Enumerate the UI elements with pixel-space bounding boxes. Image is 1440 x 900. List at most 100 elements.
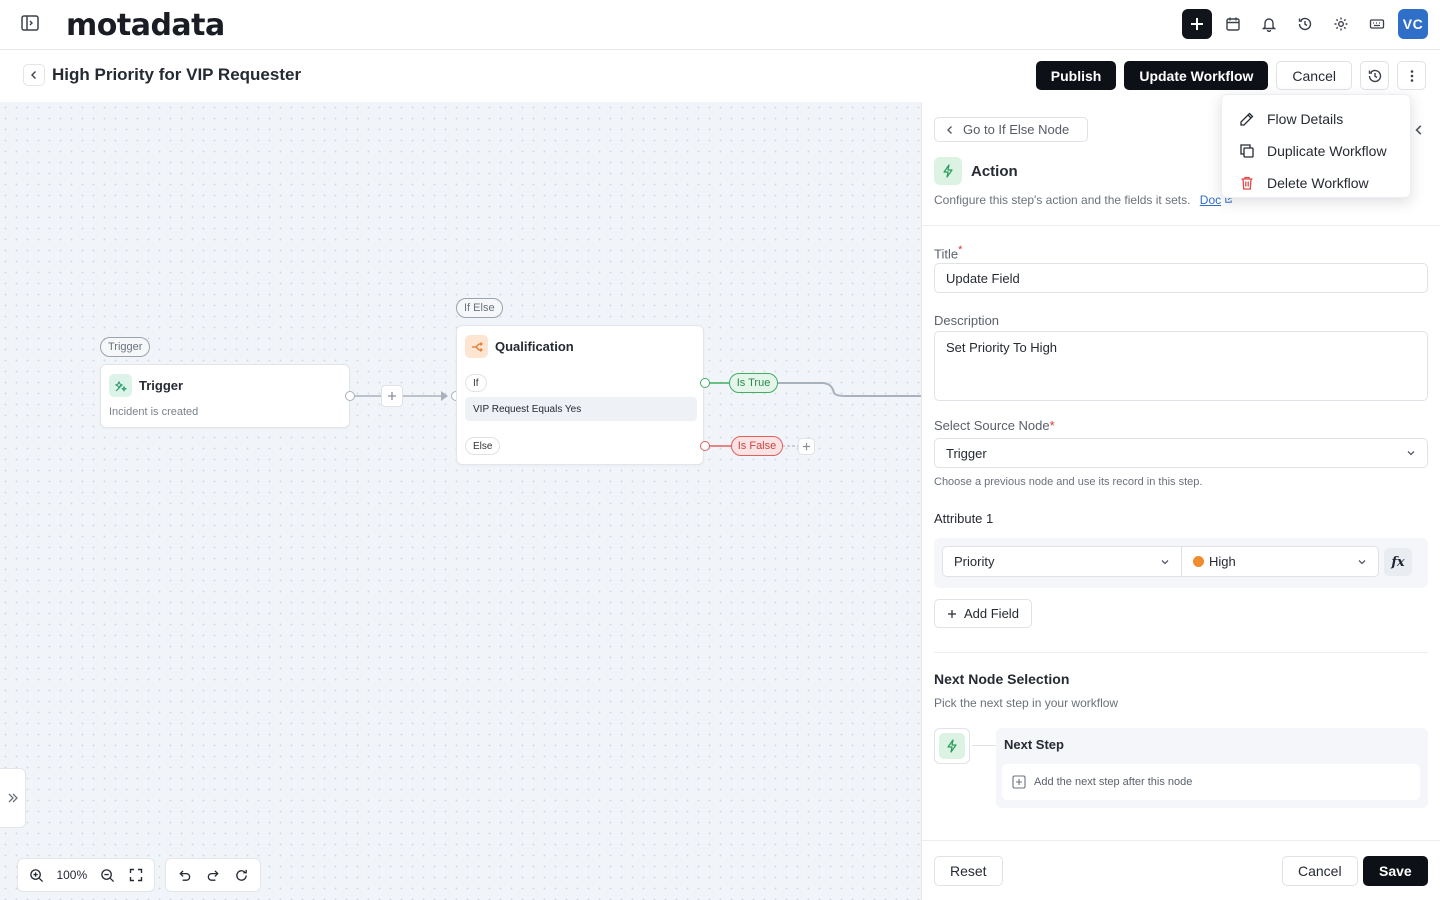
zoom-out-button[interactable] xyxy=(95,862,119,888)
lightning-icon xyxy=(947,739,957,753)
notifications-button[interactable] xyxy=(1254,9,1284,39)
add-next-step-label: Add the next step after this node xyxy=(1034,776,1193,788)
menu-item-label: Duplicate Workflow xyxy=(1267,143,1387,159)
history-icon xyxy=(1368,69,1381,82)
keyboard-shortcuts-button[interactable] xyxy=(1362,9,1392,39)
if-label: If xyxy=(465,374,487,392)
attribute-row: Priority High fx xyxy=(934,538,1428,588)
trigger-node-title: Trigger xyxy=(139,378,184,393)
save-button[interactable]: Save xyxy=(1363,856,1428,886)
action-description: Configure this step's action and the fie… xyxy=(934,193,1233,207)
true-output-port[interactable] xyxy=(700,378,710,388)
menu-item-delete-workflow[interactable]: Delete Workflow xyxy=(1222,167,1410,199)
redo-button[interactable] xyxy=(201,862,226,888)
next-node-title: Next Node Selection xyxy=(934,671,1070,687)
plus-square-icon xyxy=(1012,775,1026,789)
page-title: High Priority for VIP Requester xyxy=(52,65,302,84)
trigger-node[interactable]: Trigger Incident is created xyxy=(100,364,350,428)
panel-cancel-button[interactable]: Cancel xyxy=(1282,856,1358,886)
collapse-panel-button[interactable] xyxy=(1408,119,1430,141)
qualification-node-icon xyxy=(465,335,488,358)
menu-item-flow-details[interactable]: Flow Details xyxy=(1222,103,1410,135)
source-node-select[interactable]: Trigger xyxy=(934,438,1428,468)
description-label: Description xyxy=(934,313,1000,328)
title-label: Title* xyxy=(934,244,963,262)
go-to-if-else-button[interactable]: Go to If Else Node xyxy=(934,117,1089,142)
menu-item-label: Flow Details xyxy=(1267,111,1344,127)
cancel-button[interactable]: Cancel xyxy=(1276,61,1352,90)
add-node-button[interactable] xyxy=(381,385,403,407)
trigger-output-port[interactable] xyxy=(345,391,355,401)
branch-icon xyxy=(471,341,483,352)
add-field-button[interactable]: Add Field xyxy=(934,599,1032,628)
zoom-level: 100% xyxy=(56,868,88,882)
source-node-label: Select Source Node* xyxy=(934,418,1055,433)
app-logo[interactable]: motadata xyxy=(66,8,225,43)
publish-button[interactable]: Publish xyxy=(1035,61,1117,90)
version-history-button[interactable] xyxy=(1360,61,1389,90)
chevron-left-icon xyxy=(31,71,36,79)
menu-item-label: Delete Workflow xyxy=(1267,175,1369,191)
title-input[interactable]: Update Field xyxy=(934,263,1428,293)
false-output-port[interactable] xyxy=(700,441,710,451)
next-step-title: Next Step xyxy=(1004,737,1064,752)
create-plus-button[interactable] xyxy=(1182,9,1212,39)
zoom-in-button[interactable] xyxy=(24,862,48,888)
lightning-icon xyxy=(943,164,953,178)
ifelse-tag: If Else xyxy=(456,298,503,318)
calendar-icon xyxy=(1226,17,1240,31)
next-step-icon-badge xyxy=(934,728,970,764)
more-options-button[interactable] xyxy=(1397,61,1426,90)
zoom-out-icon xyxy=(101,868,114,882)
top-bar: motadata VC xyxy=(0,0,1440,50)
calendar-button[interactable] xyxy=(1218,9,1248,39)
sidebar-toggle-icon[interactable] xyxy=(20,13,42,35)
condition-text[interactable]: VIP Request Equals Yes xyxy=(465,397,697,421)
qualification-node-title: Qualification xyxy=(495,339,574,354)
description-textarea[interactable]: Set Priority To High xyxy=(934,331,1428,401)
settings-button[interactable] xyxy=(1326,9,1356,39)
undo-button[interactable] xyxy=(172,862,197,888)
doc-link[interactable]: Doc xyxy=(1200,193,1221,207)
plus-icon xyxy=(388,392,396,400)
attribute-field-select[interactable]: Priority xyxy=(942,546,1182,577)
fit-view-button[interactable] xyxy=(124,862,148,888)
user-avatar[interactable]: VC xyxy=(1398,9,1428,39)
add-field-label: Add Field xyxy=(964,606,1019,621)
is-true-pill: Is True xyxy=(729,373,778,393)
redo-icon xyxy=(207,869,219,881)
next-step-connector xyxy=(972,745,996,746)
attribute-field-value: Priority xyxy=(954,554,995,569)
menu-item-duplicate-workflow[interactable]: Duplicate Workflow xyxy=(1222,135,1410,167)
plus-icon xyxy=(802,442,811,451)
action-icon-badge xyxy=(934,157,962,185)
reset-button[interactable]: Reset xyxy=(934,856,1003,886)
attribute-value-select[interactable]: High xyxy=(1181,546,1379,577)
update-workflow-button[interactable]: Update Workflow xyxy=(1124,61,1269,90)
function-button[interactable]: fx xyxy=(1384,548,1412,576)
chevron-left-icon xyxy=(947,125,952,134)
history-button[interactable] xyxy=(1290,9,1320,39)
add-next-step-button[interactable]: Add the next step after this node xyxy=(1002,764,1420,800)
gear-icon xyxy=(1334,17,1348,31)
chevron-down-icon xyxy=(1407,451,1415,456)
qualification-node[interactable]: Qualification If VIP Request Equals Yes … xyxy=(456,325,704,465)
trigger-node-subtitle: Incident is created xyxy=(109,406,199,418)
add-false-node-button[interactable] xyxy=(798,438,815,455)
chevron-down-icon xyxy=(1358,559,1366,564)
else-label: Else xyxy=(465,437,501,455)
node-config-panel: Go to If Else Node Action Configure this… xyxy=(921,102,1440,900)
more-vertical-icon xyxy=(1410,69,1413,82)
refresh-icon xyxy=(236,869,248,881)
expand-sidebar-tab[interactable] xyxy=(0,768,26,828)
plus-icon xyxy=(1191,18,1203,30)
trash-icon xyxy=(1241,176,1253,190)
refresh-button[interactable] xyxy=(229,862,254,888)
footer-divider xyxy=(922,840,1440,841)
history-icon xyxy=(1298,17,1312,31)
workflow-canvas[interactable]: Trigger Trigger Incident is created If E… xyxy=(0,102,921,900)
zoom-in-icon xyxy=(29,868,43,882)
undo-icon xyxy=(179,869,191,881)
back-button[interactable] xyxy=(23,64,45,86)
plus-icon xyxy=(948,609,956,618)
